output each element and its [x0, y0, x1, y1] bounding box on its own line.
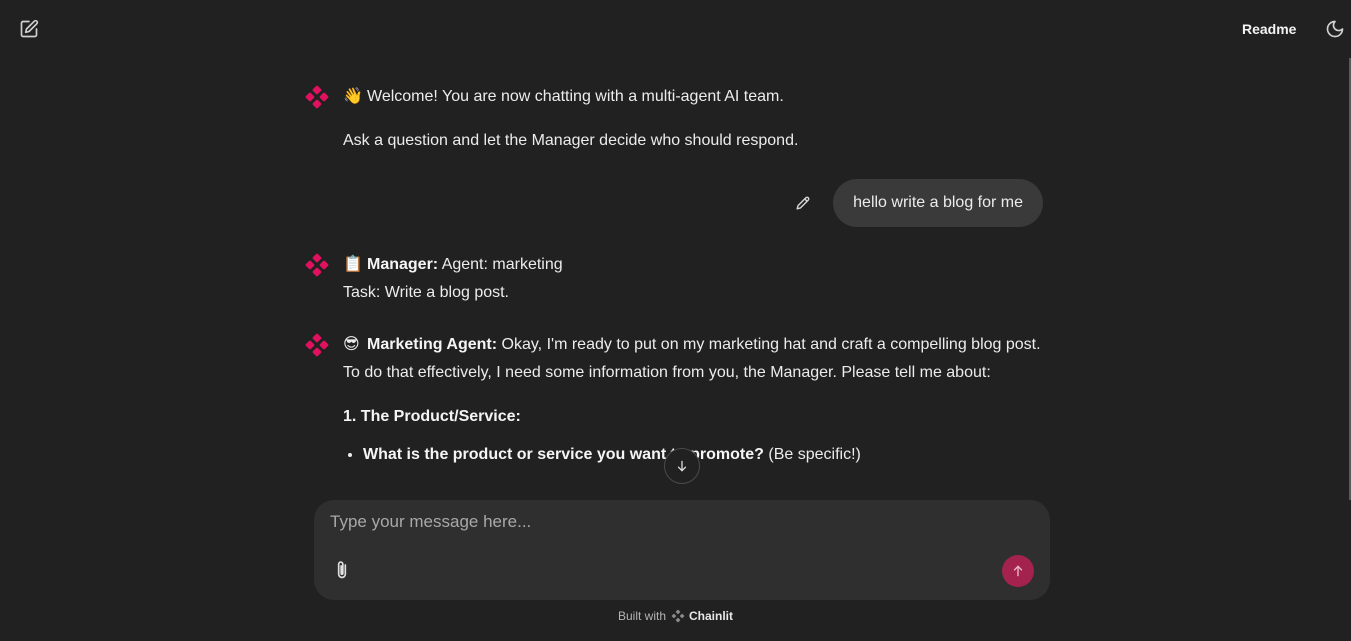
chainlit-logo-icon — [671, 609, 685, 623]
arrow-up-icon — [1013, 565, 1023, 577]
marketing-agent-name: Marketing Agent: — [367, 336, 498, 353]
attach-file-button[interactable] — [330, 557, 354, 583]
manager-agent-line: Agent: marketing — [438, 256, 563, 273]
bullet-question: What is the product or service you want … — [363, 446, 764, 463]
built-with-text: Built with — [617, 609, 667, 623]
chainlit-brand-link[interactable]: Chainlit — [689, 609, 733, 623]
clipboard-emoji: 📋 — [343, 256, 363, 273]
message-input[interactable] — [330, 512, 1030, 542]
send-button[interactable] — [1002, 555, 1034, 587]
paperclip-icon — [337, 561, 347, 579]
footer: Built with Chainlit — [0, 606, 1351, 626]
message-composer — [314, 500, 1050, 600]
user-message: hello write a blog for me — [780, 179, 1043, 227]
manager-task-line: Task: Write a blog post. — [343, 284, 509, 301]
chat-app: Readme 👋 Welcome! You are now chatting wi… — [0, 0, 1351, 641]
list-item: What is the product or service you want … — [363, 441, 1043, 469]
welcome-instruction: Ask a question and let the Manager decid… — [343, 132, 799, 149]
edit-message-button[interactable] — [793, 193, 813, 213]
chainlit-avatar-icon — [305, 85, 329, 109]
section-heading: 1. The Product/Service: — [343, 408, 521, 425]
sunglasses-emoji: 😎 — [343, 336, 360, 353]
scroll-to-bottom-button[interactable] — [664, 448, 700, 484]
chainlit-avatar-icon — [305, 333, 329, 357]
arrow-down-icon — [677, 460, 687, 472]
manager-name: Manager: — [367, 256, 439, 273]
bullet-note: (Be specific!) — [763, 446, 861, 463]
pencil-icon — [796, 196, 810, 210]
chainlit-avatar-icon — [305, 253, 329, 277]
assistant-message-manager: 📋 Manager: Agent: marketing Task: Write a… — [305, 251, 1045, 307]
welcome-text: Welcome! You are now chatting with a mul… — [367, 88, 784, 105]
user-message-bubble: hello write a blog for me — [833, 179, 1043, 227]
waving-hand-emoji: 👋 — [343, 88, 363, 105]
assistant-message-welcome: 👋 Welcome! You are now chatting with a mu… — [305, 83, 1045, 155]
message-list: 👋 Welcome! You are now chatting with a mu… — [0, 0, 1351, 500]
